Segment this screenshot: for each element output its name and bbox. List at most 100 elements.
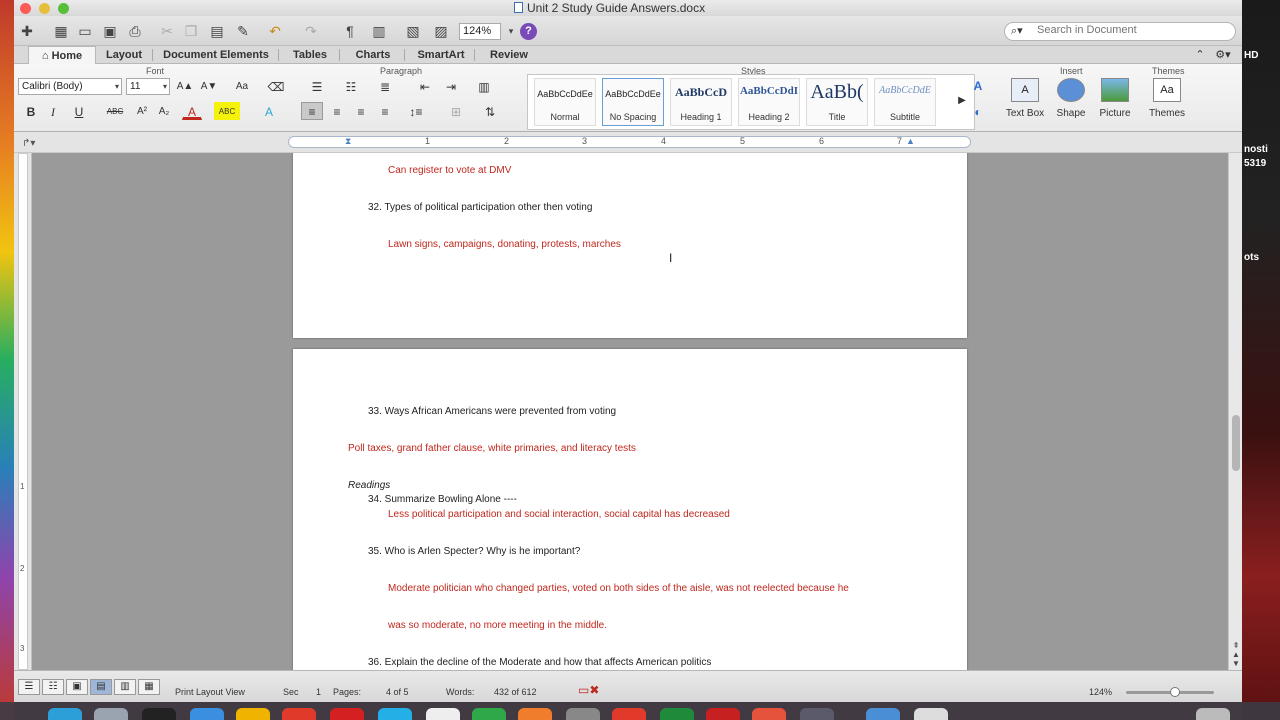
align-center-icon[interactable]: ≡ xyxy=(326,102,348,120)
grow-font-button[interactable]: A▲ xyxy=(174,77,196,95)
tab-document-elements[interactable]: Document Elements xyxy=(160,46,272,64)
search-input[interactable] xyxy=(1037,24,1227,36)
font-size-select[interactable]: 11 ▾ xyxy=(126,78,170,95)
minimize-window-button[interactable] xyxy=(39,3,50,14)
font-color-button[interactable]: A xyxy=(182,102,202,120)
chrome-icon[interactable] xyxy=(236,708,270,720)
format-painter-icon[interactable]: ✎ xyxy=(234,22,252,40)
sidebar-icon[interactable]: ▧ xyxy=(404,22,422,40)
app-icon[interactable] xyxy=(612,708,646,720)
search-document[interactable]: ⌕▾ xyxy=(1004,22,1236,41)
photos-icon[interactable] xyxy=(426,708,460,720)
finder-icon[interactable] xyxy=(48,708,82,720)
view-icon[interactable]: ▥ xyxy=(370,22,388,40)
zoom-select[interactable]: 124% xyxy=(459,23,501,40)
line-spacing-icon[interactable]: ↕≡ xyxy=(402,102,430,120)
close-window-button[interactable] xyxy=(20,3,31,14)
ribbon-settings-icon[interactable]: ⚙▾ xyxy=(1212,46,1234,64)
maximize-window-button[interactable] xyxy=(58,3,69,14)
tab-charts[interactable]: Charts xyxy=(347,46,399,64)
document-page[interactable]: 33. Ways African Americans were prevente… xyxy=(293,349,967,670)
collapse-ribbon-icon[interactable]: ⌃ xyxy=(1194,46,1206,64)
bold-button[interactable]: B xyxy=(22,102,40,120)
subscript-button[interactable]: A₂ xyxy=(154,102,174,120)
media-browser-icon[interactable]: ▨ xyxy=(432,22,450,40)
copy-icon[interactable]: ❐ xyxy=(182,22,200,40)
manage-styles-icon[interactable]: A xyxy=(966,76,990,94)
question-line[interactable]: 34. Summarize Bowling Alone ---- xyxy=(368,494,517,505)
folder-icon[interactable] xyxy=(866,708,900,720)
notebook-view-button[interactable]: ▥ xyxy=(114,679,136,695)
trash-icon[interactable] xyxy=(1196,708,1230,720)
clear-formatting-icon[interactable]: ⌫ xyxy=(266,77,286,95)
undo-icon[interactable]: ↶ xyxy=(266,22,284,40)
change-case-button[interactable]: Aa xyxy=(228,77,256,95)
safari-icon[interactable] xyxy=(190,708,224,720)
answer-line[interactable]: Lawn signs, campaigns, donating, protest… xyxy=(388,239,621,250)
app-icon[interactable] xyxy=(518,708,552,720)
scroll-arrows-icon[interactable]: ⇞ ▲ ▼ xyxy=(1231,641,1241,668)
draft-view-button[interactable]: ☰ xyxy=(18,679,40,695)
shrink-font-button[interactable]: A▼ xyxy=(198,77,220,95)
justify-icon[interactable]: ≡ xyxy=(374,102,396,120)
decrease-indent-icon[interactable]: ⇤ xyxy=(414,77,436,95)
app-icon[interactable] xyxy=(282,708,316,720)
spelling-status-icon[interactable]: ▭✖ xyxy=(578,683,599,697)
answer-line[interactable]: Poll taxes, grand father clause, white p… xyxy=(348,443,636,454)
font-name-select[interactable]: Calibri (Body) ▾ xyxy=(18,78,122,95)
picture-button[interactable]: Picture xyxy=(1092,78,1138,128)
app-icon[interactable] xyxy=(330,708,364,720)
superscript-button[interactable]: A² xyxy=(132,102,152,120)
strikethrough-button[interactable]: ABC xyxy=(102,102,128,120)
outline-view-button[interactable]: ☷ xyxy=(42,679,64,695)
style-normal[interactable]: AaBbCcDdEe Normal xyxy=(534,78,596,126)
style-heading-1[interactable]: AaBbCcD Heading 1 xyxy=(670,78,732,126)
itunes-icon[interactable] xyxy=(752,708,786,720)
focus-view-button[interactable]: ▦ xyxy=(138,679,160,695)
vertical-ruler[interactable]: 1 2 3 xyxy=(14,153,32,670)
styles-pane-icon[interactable]: ◐ xyxy=(966,102,990,120)
question-line[interactable]: 36. Explain the decline of the Moderate … xyxy=(368,657,711,668)
app-icon[interactable] xyxy=(472,708,506,720)
italic-button[interactable]: I xyxy=(44,102,62,120)
tab-stop-selector-icon[interactable]: ↱▾ xyxy=(22,138,35,149)
answer-line[interactable]: was so moderate, no more meeting in the … xyxy=(388,620,607,631)
shape-button[interactable]: Shape xyxy=(1048,78,1094,128)
style-title[interactable]: AaBb( Title xyxy=(806,78,868,126)
publishing-view-button[interactable]: ▣ xyxy=(66,679,88,695)
text-box-button[interactable]: A Text Box xyxy=(1002,78,1048,128)
document-page[interactable]: Can register to vote at DMV 32. Types of… xyxy=(293,153,967,338)
question-line[interactable]: 32. Types of political participation oth… xyxy=(368,202,592,213)
align-right-icon[interactable]: ≡ xyxy=(350,102,372,120)
themes-button[interactable]: Aa Themes xyxy=(1144,78,1190,128)
right-indent-marker-icon[interactable]: ▲ xyxy=(906,136,915,146)
open-folder-icon[interactable]: ▭ xyxy=(76,22,94,40)
vertical-scrollbar[interactable]: ⇞ ▲ ▼ xyxy=(1228,153,1242,670)
save-icon[interactable]: ▣ xyxy=(101,22,119,40)
tab-home[interactable]: ⌂ Home xyxy=(28,46,96,64)
tab-smartart[interactable]: SmartArt xyxy=(412,46,470,64)
terminal-icon[interactable] xyxy=(142,708,176,720)
messages-icon[interactable] xyxy=(378,708,412,720)
cut-icon[interactable]: ✂ xyxy=(158,22,176,40)
style-subtitle[interactable]: AaBbCcDdE Subtitle xyxy=(874,78,936,126)
redo-icon[interactable]: ↷ xyxy=(302,22,320,40)
help-button[interactable]: ? xyxy=(520,23,537,40)
question-line[interactable]: 33. Ways African Americans were prevente… xyxy=(368,406,616,417)
tab-layout[interactable]: Layout xyxy=(100,46,148,64)
align-left-icon[interactable]: ≡ xyxy=(301,102,323,120)
multilevel-list-icon[interactable]: ≣ xyxy=(372,77,398,95)
print-icon[interactable]: ⎙ xyxy=(126,22,144,40)
section-heading[interactable]: Readings xyxy=(348,480,390,491)
style-heading-2[interactable]: AaBbCcDdI Heading 2 xyxy=(738,78,800,126)
zoom-slider-knob[interactable] xyxy=(1170,687,1180,697)
sort-icon[interactable]: ⇅ xyxy=(478,102,502,120)
launchpad-icon[interactable] xyxy=(94,708,128,720)
paragraph-mark-icon[interactable]: ¶ xyxy=(341,22,359,40)
zoom-dropdown-icon[interactable]: ▾ xyxy=(502,22,520,40)
paste-icon[interactable]: ▤ xyxy=(208,22,226,40)
underline-button[interactable]: U xyxy=(70,102,88,120)
indent-marker-icon[interactable]: ⧗ xyxy=(345,136,351,147)
print-layout-view-button[interactable]: ▤ xyxy=(90,679,112,695)
tab-tables[interactable]: Tables xyxy=(286,46,334,64)
